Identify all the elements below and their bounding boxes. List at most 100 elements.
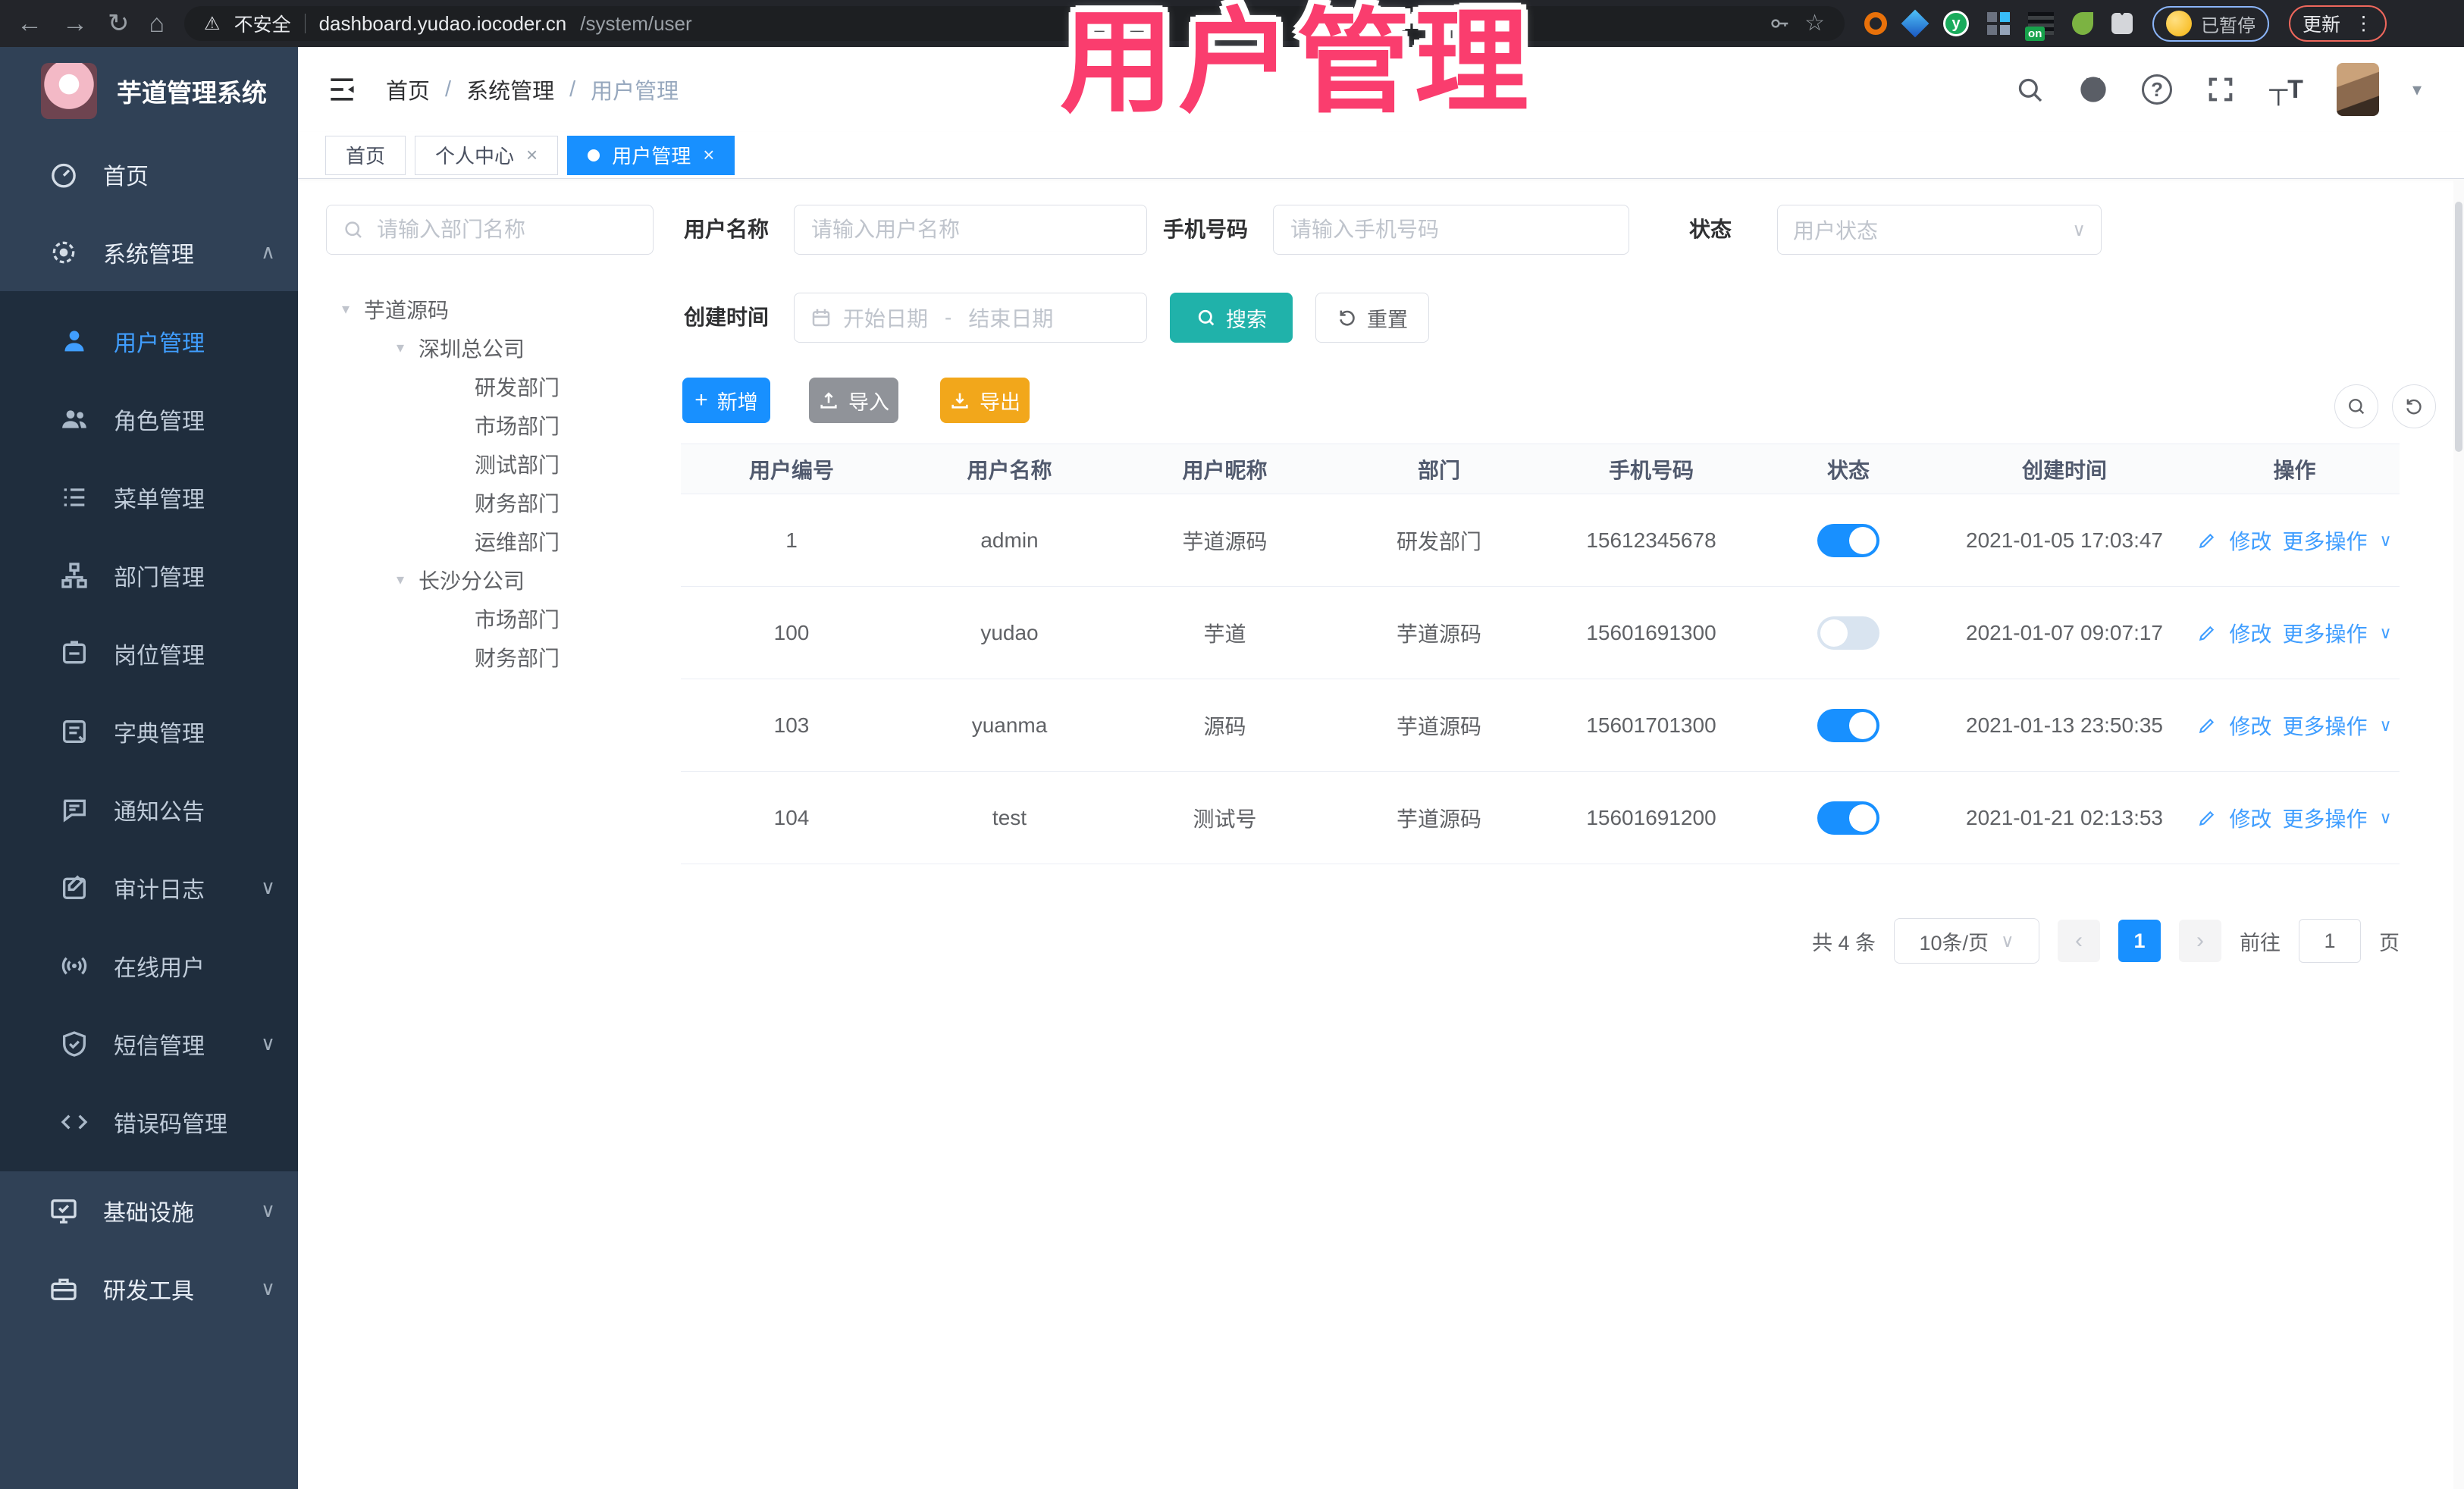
- sidebar-item-dict-mgmt[interactable]: 字典管理: [0, 692, 298, 770]
- edit-action[interactable]: 修改: [2197, 803, 2271, 833]
- refresh-table-button[interactable]: [2392, 384, 2436, 428]
- reload-icon[interactable]: ↻: [108, 11, 130, 36]
- close-icon[interactable]: ×: [526, 143, 538, 167]
- breadcrumb-home[interactable]: 首页: [386, 74, 430, 105]
- status-toggle[interactable]: [1817, 523, 1879, 557]
- address-bar[interactable]: ⚠ 不安全 dashboard.yudao.iocoder.cn /system…: [184, 6, 1845, 41]
- tree-node[interactable]: ▾ 深圳总公司: [326, 328, 660, 367]
- current-page-button[interactable]: 1: [2118, 920, 2161, 962]
- extension-green-icon[interactable]: y: [1943, 11, 1970, 36]
- sidebar-item-error-code[interactable]: 错误码管理: [0, 1083, 298, 1161]
- font-size-icon[interactable]: ┬T: [2269, 75, 2303, 105]
- back-icon[interactable]: ←: [17, 11, 42, 36]
- add-button[interactable]: + 新增: [682, 378, 770, 423]
- column-header[interactable]: 用户编号: [681, 454, 902, 484]
- reset-button[interactable]: 重置: [1315, 293, 1429, 343]
- sidebar-item-dept-mgmt[interactable]: 部门管理: [0, 536, 298, 614]
- extension-grid-icon[interactable]: [1987, 12, 2011, 35]
- column-header[interactable]: 用户昵称: [1117, 454, 1333, 484]
- sidebar-item-system[interactable]: 系统管理 ∧: [0, 213, 298, 291]
- profile-paused-badge[interactable]: 已暂停: [2152, 5, 2270, 42]
- status-toggle[interactable]: [1817, 616, 1879, 650]
- dept-search-input[interactable]: [375, 217, 638, 243]
- extensions-puzzle-icon[interactable]: [2111, 13, 2133, 34]
- tree-caret-icon[interactable]: ▾: [337, 299, 355, 318]
- import-button[interactable]: 导入: [809, 378, 898, 423]
- sidebar-item-menu-mgmt[interactable]: 菜单管理: [0, 458, 298, 536]
- table-row[interactable]: 1 admin 芋道源码 研发部门 15612345678 2021-01-05…: [681, 494, 2400, 587]
- help-icon[interactable]: ?: [2142, 74, 2173, 105]
- column-header[interactable]: 状态: [1757, 454, 1939, 484]
- date-end-placeholder[interactable]: 结束日期: [968, 303, 1053, 333]
- sidebar-item-user-mgmt[interactable]: 用户管理: [0, 302, 298, 380]
- column-header[interactable]: 部门: [1333, 454, 1545, 484]
- tab-home[interactable]: 首页: [325, 135, 406, 175]
- mobile-field[interactable]: [1273, 205, 1629, 255]
- user-avatar[interactable]: [2336, 63, 2379, 116]
- app-logo[interactable]: 芋道管理系统: [0, 47, 298, 135]
- tree-node[interactable]: 财务部门: [326, 483, 660, 522]
- sidebar-item-home[interactable]: 首页: [0, 135, 298, 213]
- username-input[interactable]: [810, 217, 1131, 243]
- tree-node[interactable]: 市场部门: [326, 406, 660, 444]
- sidebar-item-online-users[interactable]: 在线用户: [0, 926, 298, 1005]
- more-actions[interactable]: 更多操作 ∨: [2282, 710, 2391, 741]
- browser-update-button[interactable]: 更新 ⋮: [2289, 5, 2387, 42]
- search-icon[interactable]: [2014, 74, 2045, 105]
- next-page-button[interactable]: ›: [2179, 920, 2221, 962]
- column-header[interactable]: 操作: [2190, 454, 2400, 484]
- key-icon[interactable]: [1768, 12, 1791, 35]
- export-button[interactable]: 导出: [940, 378, 1030, 423]
- date-range-field[interactable]: 开始日期 - 结束日期: [794, 293, 1147, 343]
- tree-node[interactable]: 市场部门: [326, 599, 660, 638]
- date-start-placeholder[interactable]: 开始日期: [843, 303, 928, 333]
- more-actions[interactable]: 更多操作 ∨: [2282, 618, 2391, 648]
- column-header[interactable]: 用户名称: [902, 454, 1117, 484]
- extension-on-badge-icon[interactable]: on: [2025, 12, 2055, 41]
- page-scrollbar[interactable]: [2453, 179, 2464, 1489]
- extension-leaf-icon[interactable]: [2072, 12, 2094, 35]
- search-button[interactable]: 搜索: [1170, 293, 1293, 343]
- url-host[interactable]: dashboard.yudao.iocoder.cn: [319, 12, 567, 36]
- status-toggle[interactable]: [1817, 708, 1879, 742]
- tree-caret-icon[interactable]: ▾: [391, 338, 409, 357]
- edit-action[interactable]: 修改: [2197, 618, 2271, 648]
- status-select[interactable]: 用户状态 ∨: [1777, 205, 2102, 255]
- avatar-caret-icon[interactable]: ▾: [2412, 79, 2422, 101]
- column-header[interactable]: 手机号码: [1545, 454, 1757, 484]
- forward-icon[interactable]: →: [62, 11, 88, 36]
- security-label[interactable]: 不安全: [234, 10, 291, 37]
- prev-page-button[interactable]: ‹: [2058, 920, 2100, 962]
- tree-node[interactable]: 测试部门: [326, 444, 660, 483]
- status-toggle[interactable]: [1817, 801, 1879, 835]
- edit-action[interactable]: 修改: [2197, 525, 2271, 556]
- toggle-search-panel-button[interactable]: [2334, 384, 2378, 428]
- table-row[interactable]: 100 yudao 芋道 芋道源码 15601691300 2021-01-07…: [681, 587, 2400, 679]
- tab-profile[interactable]: 个人中心 ×: [415, 135, 559, 175]
- home-icon[interactable]: ⌂: [149, 11, 165, 36]
- sidebar-item-dev-tools[interactable]: 研发工具 ∨: [0, 1249, 298, 1328]
- sidebar-item-role-mgmt[interactable]: 角色管理: [0, 380, 298, 458]
- tree-node[interactable]: ▾ 长沙分公司: [326, 560, 660, 599]
- table-row[interactable]: 103 yuanma 源码 芋道源码 15601701300 2021-01-1…: [681, 679, 2400, 772]
- sidebar-item-infra[interactable]: 基础设施 ∨: [0, 1171, 298, 1249]
- more-actions[interactable]: 更多操作 ∨: [2282, 525, 2391, 556]
- dept-search-field[interactable]: [326, 205, 654, 255]
- sidebar-item-notice[interactable]: 通知公告: [0, 770, 298, 848]
- tree-node[interactable]: 运维部门: [326, 522, 660, 560]
- tab-user-mgmt[interactable]: 用户管理 ×: [567, 135, 735, 175]
- tree-node[interactable]: 研发部门: [326, 367, 660, 406]
- url-path[interactable]: /system/user: [580, 12, 691, 36]
- close-icon[interactable]: ×: [703, 143, 714, 167]
- breadcrumb-system[interactable]: 系统管理: [466, 74, 554, 105]
- mobile-input[interactable]: [1289, 217, 1613, 243]
- sidebar-item-sms-mgmt[interactable]: 短信管理 ∨: [0, 1005, 298, 1083]
- browser-menu-icon[interactable]: ⋮: [2354, 12, 2373, 35]
- goto-page-input[interactable]: [2299, 919, 2361, 963]
- more-actions[interactable]: 更多操作 ∨: [2282, 803, 2391, 833]
- page-size-select[interactable]: 10条/页 ∨: [1894, 918, 2039, 964]
- sidebar-item-audit-log[interactable]: 审计日志 ∨: [0, 848, 298, 926]
- extension-ring-icon[interactable]: [1864, 12, 1888, 35]
- scrollbar-thumb[interactable]: [2455, 202, 2462, 452]
- table-row[interactable]: 104 test 测试号 芋道源码 15601691200 2021-01-21…: [681, 772, 2400, 864]
